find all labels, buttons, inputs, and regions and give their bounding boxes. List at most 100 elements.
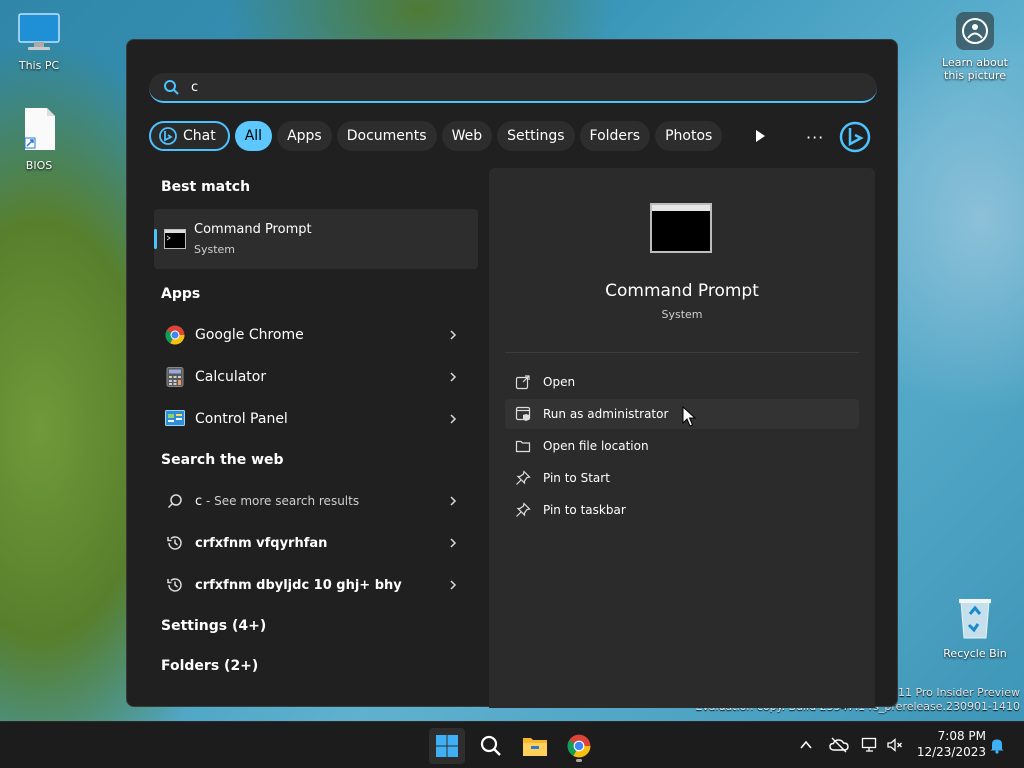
shield-window-icon xyxy=(515,406,531,421)
history-icon xyxy=(165,575,185,595)
web-history-item[interactable]: crfxfnm dbyljdc 10 ghj+ bhy xyxy=(154,565,478,605)
best-match-item[interactable]: Command Prompt System xyxy=(154,209,478,269)
pin-icon xyxy=(516,502,531,517)
best-match-title: Command Prompt xyxy=(194,222,312,237)
web-see-more-suffix: - See more search results xyxy=(202,493,360,508)
learn-label: Learn about this picture xyxy=(942,56,1008,82)
preview-pane: Command Prompt System Open Run as admini… xyxy=(489,168,875,708)
filter-web[interactable]: Web xyxy=(441,121,493,151)
chevron-right-icon[interactable] xyxy=(448,372,458,382)
desktop-icon-recycle-bin[interactable]: Recycle Bin xyxy=(940,596,1010,660)
pin-icon xyxy=(516,470,531,485)
search-icon xyxy=(480,735,501,756)
action-open-label: Open xyxy=(543,375,576,389)
web-history-label: crfxfnm dbyljdc 10 ghj+ bhy xyxy=(195,577,402,593)
filter-folders[interactable]: Folders xyxy=(579,121,651,151)
history-icon xyxy=(165,533,185,553)
calculator-icon xyxy=(165,367,185,387)
preview-subtitle: System xyxy=(661,308,703,321)
action-pin-to-start[interactable]: Pin to Start xyxy=(505,463,859,493)
selection-accent xyxy=(154,229,157,249)
bing-icon xyxy=(159,127,177,145)
chrome-taskbar-button[interactable] xyxy=(561,728,597,764)
chevron-right-icon[interactable] xyxy=(448,496,458,506)
chrome-icon xyxy=(165,325,185,345)
best-match-header: Best match xyxy=(161,179,251,195)
search-web-header: Search the web xyxy=(161,452,284,468)
start-button[interactable] xyxy=(429,728,465,764)
play-icon[interactable] xyxy=(753,129,767,143)
camera-info-icon xyxy=(956,12,994,50)
more-options-button[interactable]: ··· xyxy=(806,128,824,147)
volume-muted-icon[interactable] xyxy=(886,736,904,754)
command-prompt-icon xyxy=(164,229,186,249)
folder-icon xyxy=(523,738,547,756)
clock-date: 12/23/2023 xyxy=(916,745,986,759)
action-pin-to-taskbar[interactable]: Pin to taskbar xyxy=(505,495,859,525)
clock-time: 7:08 PM xyxy=(937,729,986,743)
app-label-control-panel: Control Panel xyxy=(195,411,288,427)
chevron-right-icon[interactable] xyxy=(448,330,458,340)
monitor-icon xyxy=(4,12,74,55)
onedrive-offline-icon[interactable] xyxy=(829,736,849,754)
folder-icon xyxy=(515,440,531,453)
filter-documents[interactable]: Documents xyxy=(336,121,437,151)
action-pin-to-taskbar-label: Pin to taskbar xyxy=(543,503,626,517)
app-item-control-panel[interactable]: Control Panel xyxy=(154,399,478,439)
search-icon xyxy=(164,80,179,95)
web-see-more-label: c - See more search results xyxy=(195,494,448,509)
chevron-up-icon[interactable] xyxy=(797,736,815,754)
best-match-subtitle: System xyxy=(194,243,236,256)
bios-label: BIOS xyxy=(25,159,53,172)
preview-divider xyxy=(505,352,859,353)
search-input[interactable] xyxy=(189,78,793,96)
control-panel-icon xyxy=(165,409,185,429)
desktop-icon-this-pc[interactable]: This PC xyxy=(4,12,74,72)
desktop-icon-bios[interactable]: BIOS xyxy=(4,106,74,172)
running-indicator xyxy=(576,759,582,762)
filter-photos[interactable]: Photos xyxy=(655,121,723,151)
app-label-calculator: Calculator xyxy=(195,369,267,385)
recycle-bin-icon xyxy=(940,596,1010,643)
action-pin-to-start-label: Pin to Start xyxy=(543,471,610,485)
search-box[interactable] xyxy=(149,73,877,103)
folders-results-header[interactable]: Folders (2+) xyxy=(161,658,258,674)
app-item-google-chrome[interactable]: Google Chrome xyxy=(154,315,478,355)
chevron-right-icon[interactable] xyxy=(448,580,458,590)
network-icon[interactable] xyxy=(861,736,879,754)
command-prompt-large-icon xyxy=(650,203,712,253)
recycle-bin-label: Recycle Bin xyxy=(943,647,1007,660)
notification-bell-icon[interactable] xyxy=(988,736,1006,754)
windows-logo-icon xyxy=(436,735,458,757)
search-icon xyxy=(165,491,185,511)
search-panel: Chat All Apps Documents Web Settings Fol… xyxy=(126,39,898,708)
web-item-see-more[interactable]: c - See more search results xyxy=(154,481,478,521)
app-item-calculator[interactable]: Calculator xyxy=(154,357,478,397)
this-pc-label: This PC xyxy=(18,59,60,72)
preview-title: Command Prompt xyxy=(605,281,759,301)
filter-apps[interactable]: Apps xyxy=(277,121,332,151)
mouse-cursor-icon xyxy=(682,406,696,427)
action-open-file-location[interactable]: Open file location xyxy=(505,431,859,461)
filter-chat-label: Chat xyxy=(183,128,216,144)
web-history-item[interactable]: crfxfnm vfqyrhfan xyxy=(154,523,478,563)
taskbar: 7:08 PM 12/23/2023 xyxy=(0,721,1024,768)
taskbar-clock[interactable]: 7:08 PM 12/23/2023 xyxy=(910,728,986,760)
filter-all[interactable]: All xyxy=(234,121,273,151)
file-explorer-button[interactable] xyxy=(517,728,553,764)
file-shortcut-icon xyxy=(4,106,74,155)
chevron-right-icon[interactable] xyxy=(448,414,458,424)
filter-chat[interactable]: Chat xyxy=(149,121,230,151)
settings-results-header[interactable]: Settings (4+) xyxy=(161,618,266,634)
learn-about-picture[interactable]: Learn about this picture xyxy=(936,12,1014,82)
chrome-icon xyxy=(567,734,591,758)
taskbar-search-button[interactable] xyxy=(473,728,509,764)
filter-bar: Chat All Apps Documents Web Settings Fol… xyxy=(149,121,723,151)
action-open-file-location-label: Open file location xyxy=(543,439,649,453)
chevron-right-icon[interactable] xyxy=(448,538,458,548)
filter-settings[interactable]: Settings xyxy=(497,121,575,151)
action-run-as-admin-label: Run as administrator xyxy=(543,407,669,421)
open-external-icon xyxy=(515,375,530,390)
bing-chat-icon[interactable] xyxy=(839,121,871,153)
action-open[interactable]: Open xyxy=(505,367,859,397)
